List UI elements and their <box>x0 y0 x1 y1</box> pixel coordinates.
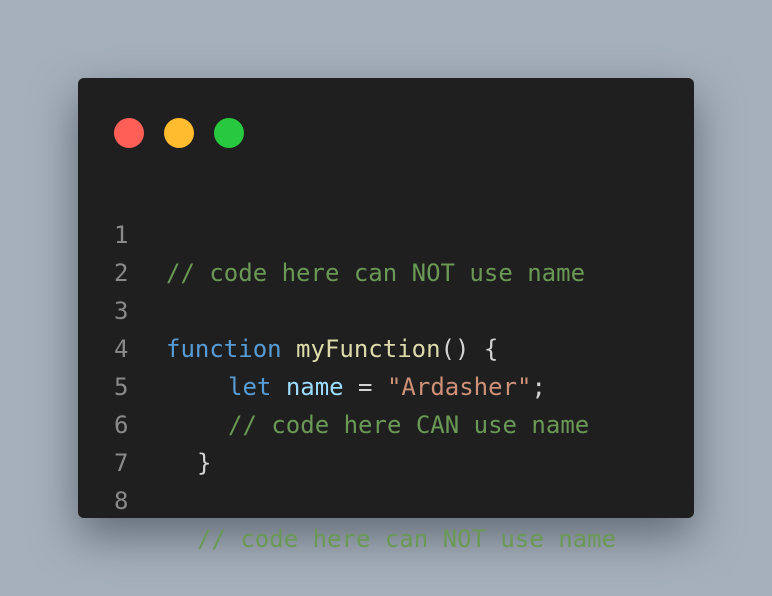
line-content: // code here can NOT use name <box>197 520 616 558</box>
line-number: 8 <box>114 487 129 515</box>
code-block: 1 // code here can NOT use name 2 3 func… <box>78 178 694 553</box>
code-line-6: 6 } <box>78 368 694 477</box>
comment-token: // code here can NOT use name <box>197 525 617 553</box>
code-line-8: 8 // code here can NOT use name <box>78 444 694 553</box>
close-button[interactable] <box>114 118 144 148</box>
code-line-7: 7 <box>78 406 694 477</box>
code-line-2: 2 <box>78 216 694 287</box>
maximize-button[interactable] <box>214 118 244 148</box>
code-line-4: 4 let name = "Ardasher"; <box>78 292 694 401</box>
minimize-button[interactable] <box>164 118 194 148</box>
code-line-1: 1 // code here can NOT use name <box>78 178 694 287</box>
code-window: 1 // code here can NOT use name 2 3 func… <box>78 78 694 553</box>
code-line-5: 5 // code here CAN use name <box>78 330 694 439</box>
code-line-3: 3 function myFunction() { <box>78 254 694 363</box>
